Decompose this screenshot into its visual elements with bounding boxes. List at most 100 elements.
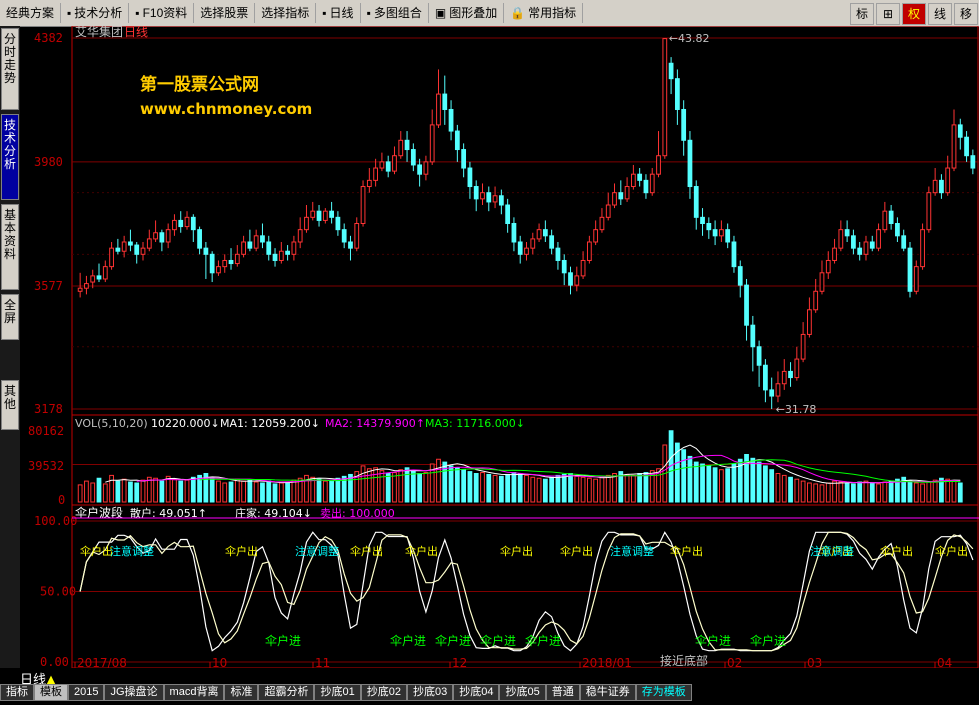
vol-label-high: 80162 [28,424,64,438]
candle-body [272,253,278,261]
vol-label-mid: 39532 [28,459,64,473]
x-axis-label: 12 [452,656,467,668]
volume-bar [788,476,793,503]
candle-body [580,259,586,277]
volume-bar [536,477,542,503]
menu-overlay[interactable]: ▣ 图形叠加 [429,3,505,23]
candle-body [939,179,944,194]
x-axis-label: 10 [212,656,227,668]
candle-body [536,229,542,240]
menu-classic-scheme[interactable]: 经典方案 [0,3,62,23]
candle-body [907,247,913,292]
menu-f10[interactable]: ▪ F10资料 [129,3,195,23]
candle-body [593,229,599,243]
volume-bar [574,475,580,503]
volume-bar [316,478,322,503]
template-tab-1[interactable]: 模板 [34,684,68,701]
menu-multi-chart[interactable]: ▪ 多图组合 [361,3,429,23]
toolbar: 经典方案 ▪ 技术分析 ▪ F10资料 选择股票 选择指标 ▪ 日线 ▪ 多图组合 ▣ 图… [0,0,979,27]
adjust-rights-button[interactable]: 权 [902,3,926,25]
template-tabs: 指标 模板 2015 JG操盘论 macd背离 标准 超霸分析 抄底01 抄底02 抄底03 抄底0… [0,684,979,701]
candle-body [895,223,900,237]
volume-bar [417,473,423,503]
candle-body [373,167,379,181]
volume-bar [511,472,517,503]
template-tab-2[interactable]: 2015 [68,684,105,701]
tab-technical[interactable]: 技术分析 [1,114,19,200]
template-tab-7[interactable]: 抄底01 [314,684,361,701]
template-tab-8[interactable]: 抄底02 [360,684,407,701]
overlay-icon: ▣ [434,6,447,20]
candle-body [392,155,397,172]
volume-bar [637,473,643,503]
menu-select-stock[interactable]: 选择股票 [194,3,256,23]
tab-fullscreen[interactable]: 全屏 [1,294,19,340]
candle-body [731,241,737,268]
menu-period[interactable]: ▪ 日线 [316,3,361,23]
candle-body [172,219,177,231]
dropdown-icon: ▪ [322,6,327,20]
kline-chart[interactable]: 4382 3980 3577 3178 艾华集团 日线 ←43.82 ←31.78 VOL(5,… [20,26,979,668]
volume-bar [838,481,844,503]
volume-bar [605,474,611,503]
x-axis-label: 2017/08 [77,656,127,668]
candle-body [121,241,127,252]
candle-body [662,38,668,157]
period-label: 日线 [124,26,148,39]
candle-body [498,195,504,206]
template-tab-0[interactable]: 指标 [0,684,34,701]
volume-bar [945,478,951,503]
template-tab-14[interactable]: 存为模板 [635,684,692,701]
menu-select-indicator[interactable]: 选择指标 [255,3,317,23]
signal-out-label: 伞户出 [670,544,703,558]
template-tab-9[interactable]: 抄底03 [406,684,454,701]
candle-body [209,253,215,274]
menu-technical-analysis[interactable]: ▪ 技术分析 [61,3,130,23]
template-tab-3[interactable]: JG操盘论 [104,684,164,701]
candle-body [146,238,152,249]
volume-bar [530,476,536,503]
mark-button[interactable]: 标 [850,3,874,25]
template-tab-5[interactable]: 标准 [224,684,259,701]
candle-body [505,204,511,224]
volume-bar [624,473,630,503]
candle-body [102,266,108,280]
candle-body [429,124,435,163]
volume-bar [630,474,636,503]
template-tab-13[interactable]: 稳牛证券 [579,684,636,701]
x-axis-label: 11 [315,656,330,668]
candle-body [216,266,221,274]
line-button[interactable]: 线 [928,3,952,25]
template-tab-12[interactable]: 普通 [545,684,580,701]
volume-bar [681,449,687,503]
volume-bar [473,473,479,503]
grid-button[interactable]: ⊞ [876,3,900,25]
menu-common-indicators[interactable]: 🔒 常用指标 [504,3,584,23]
volume-bar [844,482,850,503]
candle-body [96,275,102,280]
signal-adjust-label: 注意调整 [610,544,654,558]
candle-body [750,324,756,348]
lock-icon: 🔒 [510,6,526,20]
watermark-title: 第一股票公式网 [140,75,259,95]
candle-body [297,229,303,243]
candle-body [322,210,328,221]
template-tab-6[interactable]: 超霸分析 [258,684,315,701]
volume-bar [480,472,485,503]
template-tab-4[interactable]: macd背离 [163,684,225,701]
tab-other[interactable]: 其他 [1,380,19,430]
volume-bar [794,478,800,503]
template-tab-11[interactable]: 抄底05 [499,684,546,701]
candle-body [813,290,819,311]
tab-fundamentals[interactable]: 基本资料 [1,204,19,290]
volume-bar [750,457,756,503]
candle-body [90,275,96,283]
watermark: 第一股票公式网 www.chnmoney.com [140,70,312,118]
volume-bar [360,465,366,503]
tab-intraday[interactable]: 分时走势 [1,28,19,110]
move-button[interactable]: 移 [954,3,978,25]
candle-body [763,364,768,391]
candle-body [913,266,919,292]
template-tab-10[interactable]: 抄底04 [453,684,500,701]
candle-body [807,309,812,335]
